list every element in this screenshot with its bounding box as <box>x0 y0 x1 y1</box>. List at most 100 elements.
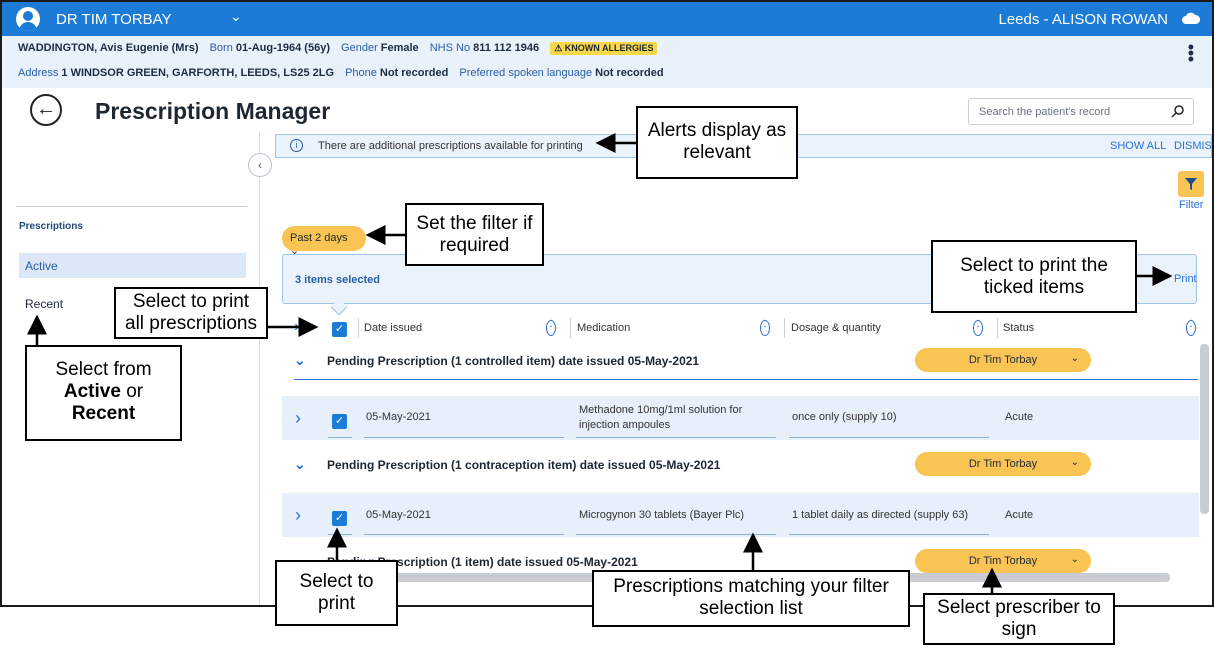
print-button[interactable]: Print <box>1174 273 1197 285</box>
row-date: 05-May-2021 <box>366 411 431 423</box>
dismiss-link[interactable]: DISMISS <box>1174 140 1212 152</box>
search-icon[interactable] <box>1171 104 1185 118</box>
location-user[interactable]: Leeds - ALISON ROWAN <box>999 11 1169 28</box>
collapse-sidebar-icon[interactable]: ‹ <box>248 153 272 177</box>
callout-text: required <box>439 235 510 256</box>
callout-matching: Prescriptions matching your filter select… <box>592 570 910 627</box>
chevron-down-icon[interactable]: ⌄ <box>294 352 306 369</box>
row-status: Acute <box>1005 509 1034 521</box>
sort-icon[interactable]: ˆˇ <box>973 320 983 336</box>
callout-print-all: Select to print all prescriptions <box>114 287 268 339</box>
sort-icon[interactable]: ˆˇ <box>1186 320 1196 336</box>
selected-count: 3 items selected <box>295 274 380 286</box>
table-header: › ✓ Date issued ˆˇ Medication ˆˇ Dosage … <box>282 316 1199 340</box>
alert-message: There are additional prescriptions avail… <box>318 140 583 152</box>
sort-icon[interactable]: ˆˇ <box>546 320 556 336</box>
row-dosage: 1 tablet daily as directed (supply 63) <box>792 509 969 521</box>
callout-text: Active <box>63 381 121 402</box>
prescriber-dropdown[interactable]: Dr Tim Torbay ⌄ <box>915 348 1091 372</box>
chevron-down-icon: ⌄ <box>1070 554 1079 565</box>
sidebar-divider <box>16 206 247 207</box>
address-label: Address <box>18 67 59 79</box>
patient-dob: 01-Aug-1964 (56y) <box>235 42 330 54</box>
top-bar: DR TIM TORBAY ⌄ Leeds - ALISON ROWAN <box>2 2 1212 36</box>
col-date-issued: Date issued <box>364 322 423 334</box>
user-name[interactable]: DR TIM TORBAY <box>56 11 172 28</box>
row-checkbox[interactable]: ✓ <box>332 414 347 429</box>
chevron-down-icon[interactable]: ⌄ <box>294 456 306 473</box>
prescriber-dropdown[interactable]: Dr Tim Torbay ⌄ <box>915 549 1091 573</box>
callout-text: ticked items <box>983 277 1085 298</box>
back-arrow-icon[interactable]: ← <box>30 94 62 126</box>
callout-text: Select to <box>299 571 374 592</box>
prescriber-dropdown[interactable]: Dr Tim Torbay ⌄ <box>915 452 1091 476</box>
prescriber-name: Dr Tim Torbay <box>968 555 1038 567</box>
vertical-scrollbar[interactable] <box>1200 344 1209 514</box>
cloud-icon[interactable] <box>1182 11 1200 25</box>
filter-icon[interactable] <box>1178 171 1204 197</box>
gender-label: Gender <box>341 42 378 54</box>
prescriber-name: Dr Tim Torbay <box>968 354 1038 366</box>
selection-notch <box>330 298 348 316</box>
sidebar-heading: Prescriptions <box>19 221 83 232</box>
callout-text: Alerts display as <box>647 120 787 141</box>
patient-language: Not recorded <box>595 67 664 79</box>
callout-text: Select to print the <box>960 255 1108 276</box>
callout-text: print <box>318 593 355 614</box>
allergy-badge[interactable]: ⚠ KNOWN ALLERGIES <box>550 42 658 55</box>
table-row[interactable]: › ✓ 05-May-2021 Microgynon 30 tablets (B… <box>282 493 1199 537</box>
callout-select-print: Select to print <box>275 560 398 626</box>
filter-chip[interactable]: Past 2 days ⌄ <box>282 226 366 257</box>
select-all-checkbox[interactable]: ✓ <box>332 322 347 337</box>
callout-text: Select from <box>55 359 152 380</box>
patient-name: WADDINGTON, Avis Eugenie (Mrs) <box>18 42 199 54</box>
row-medication-line1: Methadone 10mg/1ml solution for <box>579 404 743 416</box>
patient-phone: Not recorded <box>379 67 449 79</box>
chevron-right-icon[interactable]: › <box>295 505 301 526</box>
callout-text: relevant <box>683 142 751 163</box>
col-dosage: Dosage & quantity <box>791 322 881 334</box>
sidebar-item-recent[interactable]: Recent <box>25 297 63 311</box>
chevron-down-icon[interactable]: ⌄ <box>230 8 242 25</box>
page-title: Prescription Manager <box>95 98 331 124</box>
allergy-text: KNOWN ALLERGIES <box>564 43 654 53</box>
more-options-icon[interactable]: • • • <box>1188 38 1194 68</box>
row-date: 05-May-2021 <box>366 509 431 521</box>
chevron-right-icon[interactable]: › <box>295 408 301 429</box>
group-title: Pending Prescription (1 controlled item)… <box>327 354 700 368</box>
filter-label[interactable]: Filter <box>1179 199 1203 211</box>
callout-text: Prescriptions matching your filter <box>613 576 889 597</box>
born-label: Born <box>209 42 233 54</box>
callout-text: sign <box>1001 619 1037 640</box>
phone-label: Phone <box>345 67 377 79</box>
language-label: Preferred spoken language <box>459 67 593 79</box>
callout-print-ticked: Select to print the ticked items <box>931 240 1137 313</box>
patient-address: 1 WINDSOR GREEN, GARFORTH, LEEDS, LS25 2… <box>61 67 335 79</box>
patient-gender: Female <box>380 42 419 54</box>
table-row[interactable]: › ✓ 05-May-2021 Methadone 10mg/1ml solut… <box>282 396 1199 440</box>
show-all-link[interactable]: SHOW ALL <box>1110 140 1166 152</box>
info-icon: i <box>290 139 303 152</box>
nhs-label: NHS No <box>429 42 471 54</box>
callout-text: selection list <box>699 598 803 619</box>
group-divider <box>294 379 1198 380</box>
row-medication-line2: injection ampoules <box>579 419 671 431</box>
callout-text: Select to print <box>132 291 250 312</box>
col-status: Status <box>1003 322 1035 334</box>
callout-filter: Set the filter if required <box>405 203 544 266</box>
prescriber-name: Dr Tim Torbay <box>968 458 1038 470</box>
row-checkbox[interactable]: ✓ <box>332 511 347 526</box>
expand-all-icon[interactable]: › <box>294 318 299 336</box>
user-avatar-icon[interactable] <box>16 7 40 31</box>
sort-icon[interactable]: ˆˇ <box>760 320 770 336</box>
callout-text: Select prescriber to <box>937 597 1101 618</box>
col-medication: Medication <box>577 322 631 334</box>
callout-text: all prescriptions <box>125 313 257 334</box>
callout-text: or <box>126 381 144 402</box>
search-input[interactable]: Search the patient's record <box>968 98 1194 125</box>
callout-alerts: Alerts display as relevant <box>636 106 798 179</box>
chevron-down-icon: ⌄ <box>1070 457 1079 468</box>
sidebar-item-active[interactable]: Active <box>19 253 246 278</box>
row-dosage: once only (supply 10) <box>792 411 897 423</box>
group-title: Pending Prescription (1 contraception it… <box>327 458 721 472</box>
